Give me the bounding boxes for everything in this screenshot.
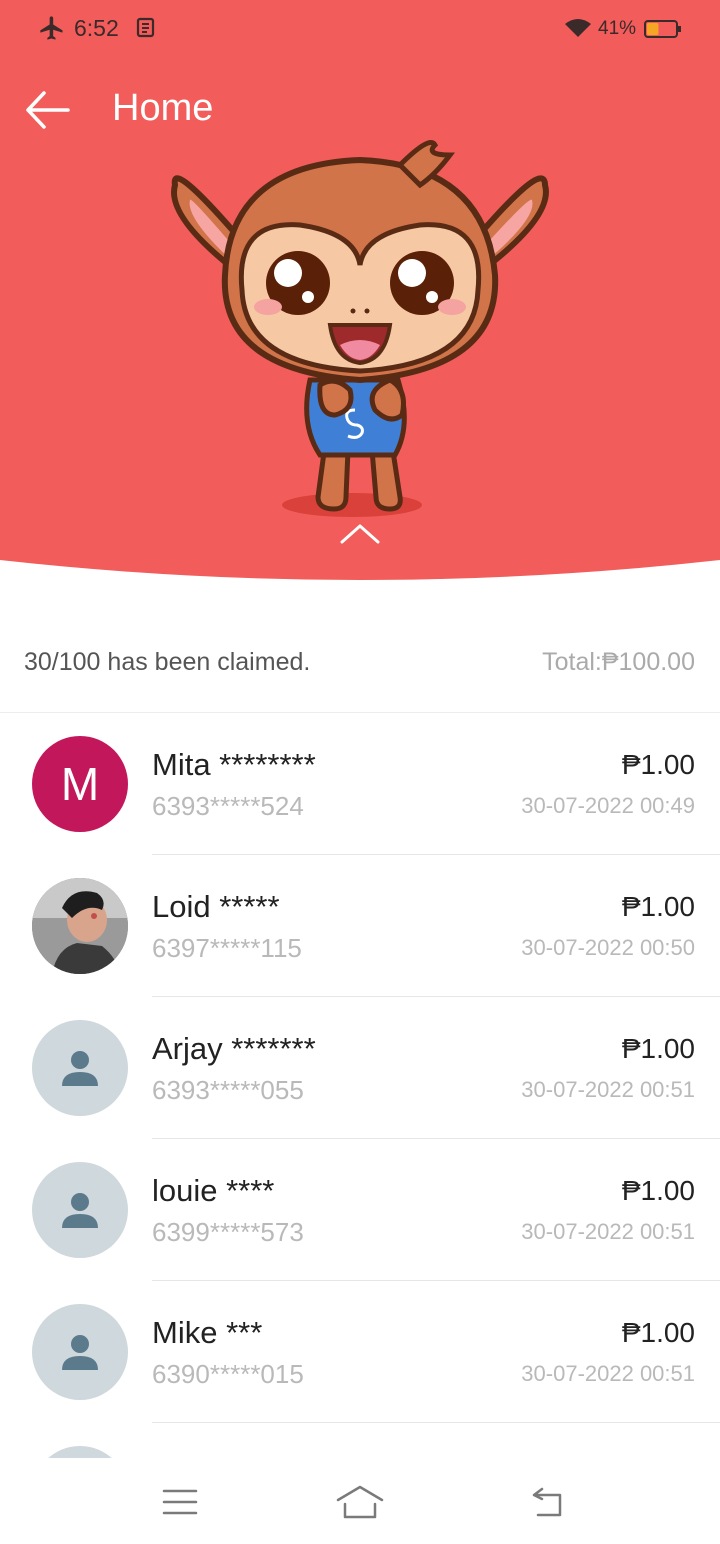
claimant-phone: 6390*****015 xyxy=(152,1359,304,1389)
claimant-phone: 6393*****055 xyxy=(152,1075,304,1105)
claim-amount: ₱1.00 xyxy=(621,749,695,780)
list-item[interactable]: Arjay ******* 6393*****055 ₱1.00 30-07-2… xyxy=(0,997,720,1139)
system-navigation-bar xyxy=(0,1460,720,1544)
claimed-count-text: 30/100 has been claimed. xyxy=(24,648,311,676)
total-amount-text: Total:₱100.00 xyxy=(542,648,695,676)
claim-amount: ₱1.00 xyxy=(621,1317,695,1348)
header-banner: 6:52 41% Home xyxy=(0,0,720,600)
claim-date: 30-07-2022 00:51 xyxy=(521,1361,695,1386)
avatar: M xyxy=(32,736,128,832)
avatar-initial: M xyxy=(60,758,100,810)
status-time: 6:52 xyxy=(74,15,119,41)
profile-photo xyxy=(32,878,128,974)
wifi-icon xyxy=(565,19,591,37)
claimant-name: Mike *** xyxy=(152,1315,263,1350)
menu-button[interactable] xyxy=(150,1480,210,1524)
claimant-name: Loid ***** xyxy=(152,889,280,924)
back-button[interactable] xyxy=(518,1480,578,1524)
monkey-mascot-illustration xyxy=(171,140,549,517)
chevron-up-icon[interactable] xyxy=(338,522,382,546)
list-item[interactable]: Loid ***** 6397*****115 ₱1.00 30-07-2022… xyxy=(0,855,720,997)
claim-date: 30-07-2022 00:51 xyxy=(521,1077,695,1102)
claim-date: 30-07-2022 00:51 xyxy=(521,1219,695,1244)
avatar xyxy=(32,1162,128,1258)
claimant-name: Arjay ******* xyxy=(152,1031,316,1066)
battery-percentage: 41% xyxy=(598,18,637,39)
claimant-name: louie **** xyxy=(152,1173,275,1208)
status-bar: 6:52 41% xyxy=(0,0,720,58)
avatar xyxy=(32,1446,128,1458)
claim-amount: ₱1.00 xyxy=(621,1033,695,1064)
claim-amount: ₱1.00 xyxy=(621,1175,695,1206)
claim-summary: 30/100 has been claimed. Total:₱100.00 xyxy=(0,620,720,713)
list-item[interactable]: louie **** 6399*****573 ₱1.00 30-07-2022… xyxy=(0,1139,720,1281)
claim-amount: ₱1.00 xyxy=(621,891,695,922)
home-icon xyxy=(336,1485,384,1519)
claims-list: M Mita ******** 6393*****524 ₱1.00 30-07… xyxy=(0,713,720,1458)
list-item[interactable]: M Mita ******** 6393*****524 ₱1.00 30-07… xyxy=(0,713,720,855)
list-item-partial[interactable] xyxy=(0,1423,720,1458)
avatar xyxy=(32,1020,128,1116)
home-button[interactable] xyxy=(330,1480,390,1524)
claim-date: 30-07-2022 00:49 xyxy=(521,793,695,818)
claimant-name: Mita ******** xyxy=(152,747,316,782)
page-title: Home xyxy=(112,87,214,129)
menu-icon xyxy=(162,1489,198,1515)
back-icon xyxy=(532,1487,562,1517)
airplane-mode-icon xyxy=(40,16,63,40)
person-icon xyxy=(62,1193,98,1228)
claim-date: 30-07-2022 00:50 xyxy=(521,935,695,960)
avatar xyxy=(32,1304,128,1400)
person-icon xyxy=(62,1335,98,1370)
person-icon xyxy=(62,1051,98,1086)
sim-icon xyxy=(136,17,155,38)
claimant-phone: 6393*****524 xyxy=(152,791,304,821)
back-arrow-icon[interactable] xyxy=(24,89,72,131)
avatar xyxy=(32,878,128,974)
battery-icon xyxy=(644,20,681,38)
list-item[interactable]: Mike *** 6390*****015 ₱1.00 30-07-2022 0… xyxy=(0,1281,720,1423)
claimant-phone: 6397*****115 xyxy=(152,933,302,963)
claimant-phone: 6399*****573 xyxy=(152,1217,304,1247)
